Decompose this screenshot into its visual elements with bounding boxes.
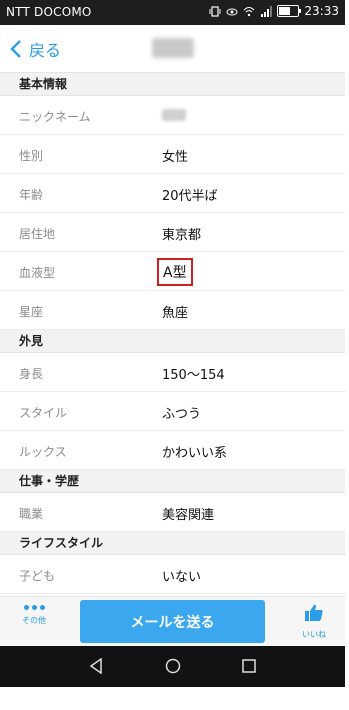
- clock: 23:33: [304, 4, 339, 18]
- signal-icon: [260, 5, 273, 17]
- row-occupation: 職業 美容関連: [0, 493, 345, 532]
- back-label: 戻る: [29, 41, 62, 60]
- wifi-icon: [243, 6, 255, 17]
- row-value: 東京都: [162, 228, 202, 243]
- home-circle-icon[interactable]: [165, 658, 181, 678]
- back-triangle-icon[interactable]: [89, 657, 103, 678]
- row-zodiac: 星座 魚座: [0, 291, 345, 330]
- row-gender: 性別 女性: [0, 135, 345, 174]
- row-residence: 居住地 東京都: [0, 213, 345, 252]
- row-children: 子ども いない: [0, 555, 345, 594]
- row-value-highlighted: A型: [157, 258, 193, 286]
- row-label: 身長: [19, 367, 44, 381]
- row-height: 身長 150〜154: [0, 353, 345, 392]
- row-label: 居住地: [19, 227, 56, 241]
- nickname-blurred: [162, 109, 186, 121]
- status-icons: 23:33: [209, 4, 339, 18]
- profile-name-blurred: [152, 38, 194, 58]
- row-age: 年齢 20代半ば: [0, 174, 345, 213]
- thumbs-up-icon: [305, 604, 323, 621]
- row-label: スタイル: [19, 406, 68, 420]
- back-button[interactable]: 戻る: [10, 37, 61, 61]
- battery-icon: [277, 5, 302, 17]
- row-value: 女性: [162, 150, 189, 165]
- vibrate-icon: [209, 5, 221, 17]
- navigation-bar: 戻る: [0, 25, 345, 73]
- row-label: 職業: [19, 507, 44, 521]
- row-blood-type: 血液型 A型: [0, 252, 345, 291]
- row-label: 星座: [19, 305, 44, 319]
- more-dots-icon: [18, 605, 50, 610]
- send-mail-button[interactable]: メールを送る: [80, 600, 265, 643]
- chevron-left-icon: [10, 40, 21, 58]
- app-screen: NTT DOCOMO 23:33 戻る 基本情報 ニックネーム 性別 女性 年齢…: [0, 0, 345, 687]
- action-bar: その他 メールを送る いいね: [0, 596, 345, 647]
- row-value: ふつう: [162, 407, 202, 422]
- system-navigation-bar: [0, 646, 345, 687]
- like-label: いいね: [302, 630, 326, 639]
- row-label: 子ども: [19, 569, 56, 583]
- row-value: 魚座: [162, 306, 189, 321]
- profile-details: 基本情報 ニックネーム 性別 女性 年齢 20代半ば 居住地 東京都 血液型 A…: [0, 73, 345, 596]
- more-label: その他: [22, 616, 46, 625]
- status-bar: NTT DOCOMO 23:33: [0, 0, 345, 25]
- row-looks: ルックス かわいい系: [0, 431, 345, 470]
- eye-comfort-icon: [226, 6, 238, 17]
- row-label: 性別: [19, 149, 44, 163]
- row-nickname: ニックネーム: [0, 96, 345, 135]
- section-appearance: 外見: [0, 330, 345, 353]
- section-lifestyle: ライフスタイル: [0, 532, 345, 555]
- row-label: ニックネーム: [19, 110, 91, 124]
- more-button[interactable]: その他: [18, 605, 50, 626]
- row-value: いない: [162, 570, 202, 585]
- row-value: かわいい系: [162, 446, 228, 461]
- recents-square-icon[interactable]: [242, 658, 256, 677]
- row-label: ルックス: [19, 445, 67, 459]
- section-work-education: 仕事・学歴: [0, 470, 345, 493]
- row-value: 美容関連: [162, 508, 215, 523]
- row-style: スタイル ふつう: [0, 392, 345, 431]
- row-value: 150〜154: [162, 368, 225, 383]
- section-basic-info: 基本情報: [0, 73, 345, 96]
- row-label: 年齢: [19, 188, 44, 202]
- carrier-name: NTT DOCOMO: [6, 5, 92, 19]
- row-label: 血液型: [19, 266, 56, 280]
- row-value: 20代半ば: [162, 189, 218, 204]
- like-button[interactable]: いいね: [299, 603, 329, 640]
